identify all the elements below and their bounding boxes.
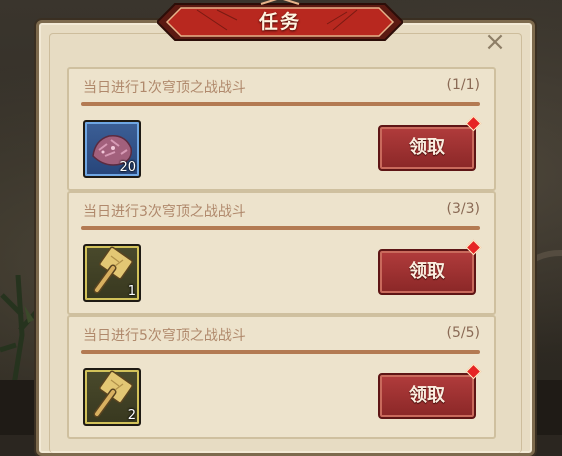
task-progress: (1/1) xyxy=(446,77,480,93)
reward-count: 2 xyxy=(127,408,136,423)
task-card: 当日进行5次穹顶之战战斗 (5/5) 2 领取 xyxy=(67,315,496,439)
task-progress: (5/5) xyxy=(446,325,480,341)
reward-slot[interactable]: 20 xyxy=(83,120,141,178)
task-progress: (3/3) xyxy=(446,201,480,217)
progress-bar xyxy=(81,226,480,230)
window-title: 任务 xyxy=(258,11,301,33)
progress-fill xyxy=(81,102,480,106)
task-title: 当日进行1次穹顶之战战斗 xyxy=(83,80,246,96)
background-floor-left xyxy=(0,380,40,435)
reward-slot[interactable]: 2 xyxy=(83,368,141,426)
reward-count: 1 xyxy=(127,284,136,299)
close-button[interactable]: × xyxy=(483,29,507,55)
reward-count: 20 xyxy=(119,160,136,175)
task-title: 当日进行5次穹顶之战战斗 xyxy=(83,328,246,344)
reward-slot[interactable]: 1 xyxy=(83,244,141,302)
progress-bar xyxy=(81,350,480,354)
task-title: 当日进行3次穹顶之战战斗 xyxy=(83,204,246,220)
progress-fill xyxy=(81,350,480,354)
progress-bar xyxy=(81,102,480,106)
claim-button[interactable]: 领取 xyxy=(378,249,476,295)
claim-button[interactable]: 领取 xyxy=(378,373,476,419)
title-banner: 任务 xyxy=(155,0,405,44)
task-card: 当日进行3次穹顶之战战斗 (3/3) 1 领取 xyxy=(67,191,496,315)
progress-fill xyxy=(81,226,480,230)
background-plant-icon xyxy=(0,275,40,385)
claim-button[interactable]: 领取 xyxy=(378,125,476,171)
task-card: 当日进行1次穹顶之战战斗 (1/1) 20 领取 xyxy=(67,67,496,191)
